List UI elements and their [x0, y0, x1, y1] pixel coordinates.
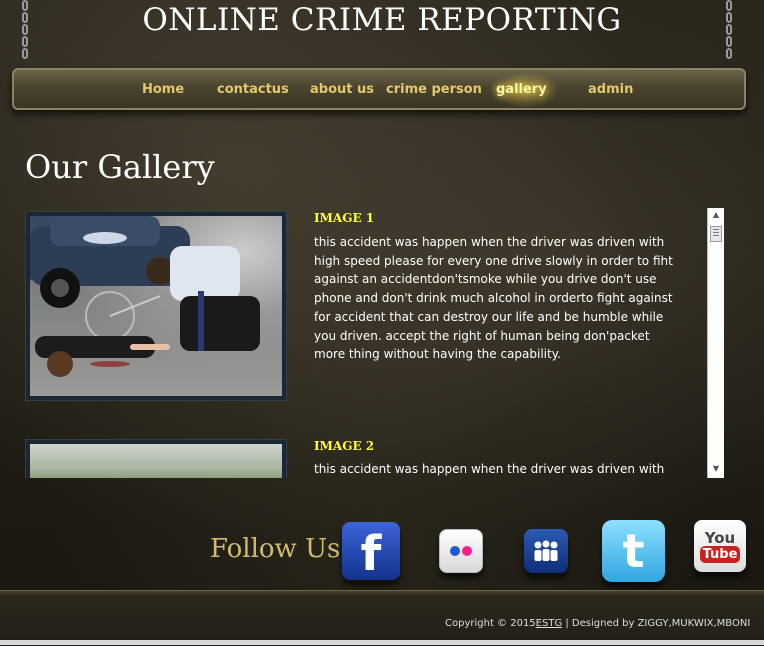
youtube-tube-text: Tube: [699, 545, 741, 563]
gallery-item-1-description: this accident was happen when the driver…: [314, 235, 673, 362]
gallery-item-2-title: IMAGE 2: [314, 439, 375, 453]
myspace-icon[interactable]: [524, 529, 568, 573]
gallery-scrollbar[interactable]: ▲ ▼: [707, 208, 724, 478]
nav-admin[interactable]: admin: [588, 82, 633, 97]
site-title: ONLINE CRIME REPORTING: [142, 2, 622, 38]
nav-home[interactable]: Home: [142, 82, 184, 97]
gallery-item-1-title: IMAGE 1: [314, 211, 375, 225]
designed-by-text: | Designed by ZIGGY,MUKWIX,MBONI: [562, 618, 751, 629]
twitter-icon[interactable]: t: [602, 520, 665, 582]
nav-contactus[interactable]: contactus: [217, 82, 289, 97]
facebook-icon[interactable]: f: [342, 522, 400, 582]
gallery-image-1-frame: [25, 211, 287, 401]
youtube-you-text: You: [704, 528, 736, 547]
follow-us-label: Follow Us: [210, 534, 341, 564]
gallery-item-2-description: this accident was happen when the driver…: [314, 462, 665, 476]
twitter-glyph: t: [622, 524, 645, 578]
main-navbar: Home contactus about us crime person gal…: [12, 68, 746, 110]
facebook-glyph: f: [360, 526, 382, 582]
youtube-icon[interactable]: You Tube: [694, 520, 746, 572]
scrollbar-thumb[interactable]: [710, 226, 722, 242]
estg-link[interactable]: ESTG: [536, 618, 563, 629]
gallery-heading: Our Gallery: [25, 148, 215, 186]
gallery-image-2-frame: [25, 439, 287, 478]
flickr-icon[interactable]: [439, 529, 483, 573]
nav-about-us[interactable]: about us: [310, 82, 374, 97]
accident-photo-1: [30, 216, 282, 396]
scroll-down-arrow-icon[interactable]: ▼: [710, 463, 722, 475]
copyright-prefix: Copyright © 2015: [445, 618, 536, 629]
scroll-up-arrow-icon[interactable]: ▲: [710, 209, 722, 221]
footer-copyright: Copyright © 2015ESTG | Designed by ZIGGY…: [445, 618, 750, 629]
nav-crime-person[interactable]: crime person: [386, 82, 482, 97]
gallery-scroll-area[interactable]: IMAGE 1 this accident was happen when th…: [25, 208, 707, 478]
footer-bottom-line: [0, 640, 764, 645]
accident-photo-2: [30, 444, 282, 478]
nav-gallery[interactable]: gallery: [496, 82, 547, 97]
